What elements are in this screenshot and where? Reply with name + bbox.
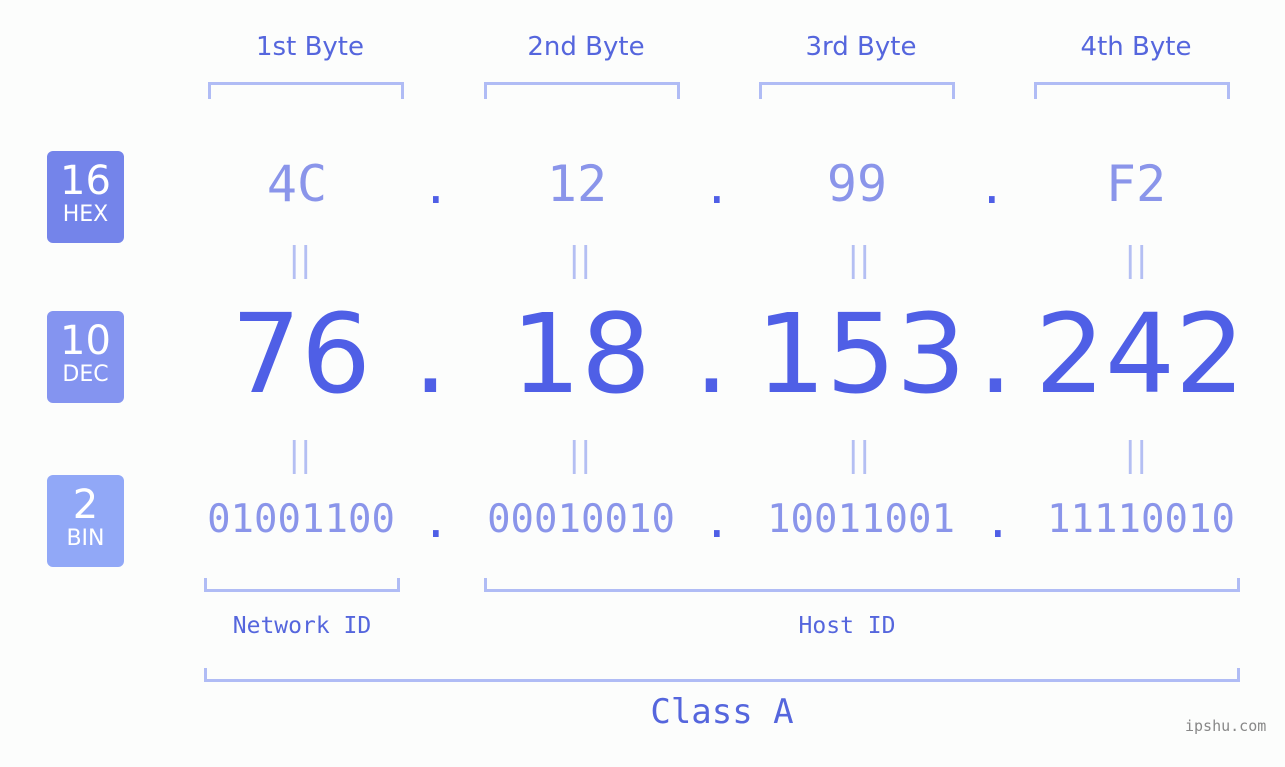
equals-sign: || <box>288 435 312 475</box>
byte-label-3: 3rd Byte <box>805 32 917 62</box>
host-id-label: Host ID <box>798 613 896 639</box>
hex-badge-number: 16 <box>60 158 111 204</box>
equals-sign: || <box>847 240 871 280</box>
bin-badge-number: 2 <box>72 482 99 528</box>
host-id-bracket <box>484 578 1240 592</box>
network-id-bracket <box>204 578 400 592</box>
dec-separator: . <box>978 290 1013 418</box>
equals-sign: || <box>288 240 312 280</box>
hex-separator: . <box>422 160 450 214</box>
bin-value-2: 00010010 <box>487 497 675 542</box>
bin-value-3: 10011001 <box>767 497 955 542</box>
hex-badge-label: HEX <box>62 202 109 227</box>
watermark: ipshu.com <box>1185 717 1267 735</box>
equals-sign: || <box>847 435 871 475</box>
hex-value-1: 4C <box>266 155 328 213</box>
network-id-label: Network ID <box>232 613 372 639</box>
byte-bracket-2 <box>484 82 680 99</box>
dec-value-1: 76 <box>231 290 371 418</box>
dec-value-3: 153 <box>756 290 966 418</box>
dec-separator: . <box>694 290 729 418</box>
equals-sign: || <box>1124 240 1148 280</box>
byte-label-2: 2nd Byte <box>527 32 645 62</box>
bin-separator: . <box>703 494 731 548</box>
dec-separator: . <box>413 290 448 418</box>
byte-bracket-3 <box>759 82 955 99</box>
dec-value-4: 242 <box>1035 290 1245 418</box>
byte-bracket-1 <box>208 82 404 99</box>
bin-badge-label: BIN <box>66 526 105 551</box>
class-bracket <box>204 668 1240 682</box>
bin-separator: . <box>984 494 1012 548</box>
equals-sign: || <box>568 435 592 475</box>
hex-value-2: 12 <box>546 155 608 213</box>
dec-badge-label: DEC <box>62 362 109 387</box>
hex-badge: 16 HEX <box>47 151 124 243</box>
bin-badge: 2 BIN <box>47 475 124 567</box>
hex-separator: . <box>978 160 1006 214</box>
bin-value-4: 11110010 <box>1047 497 1235 542</box>
bin-separator: . <box>422 494 450 548</box>
dec-value-2: 18 <box>511 290 651 418</box>
hex-value-4: F2 <box>1105 155 1167 213</box>
bin-value-1: 01001100 <box>207 497 395 542</box>
dec-badge: 10 DEC <box>47 311 124 403</box>
byte-bracket-4 <box>1034 82 1230 99</box>
equals-sign: || <box>568 240 592 280</box>
byte-label-4: 4th Byte <box>1080 32 1192 62</box>
byte-label-1: 1st Byte <box>256 32 364 62</box>
hex-value-3: 99 <box>826 155 888 213</box>
dec-badge-number: 10 <box>60 318 111 364</box>
class-label: Class A <box>650 692 794 732</box>
equals-sign: || <box>1124 435 1148 475</box>
hex-separator: . <box>703 160 731 214</box>
